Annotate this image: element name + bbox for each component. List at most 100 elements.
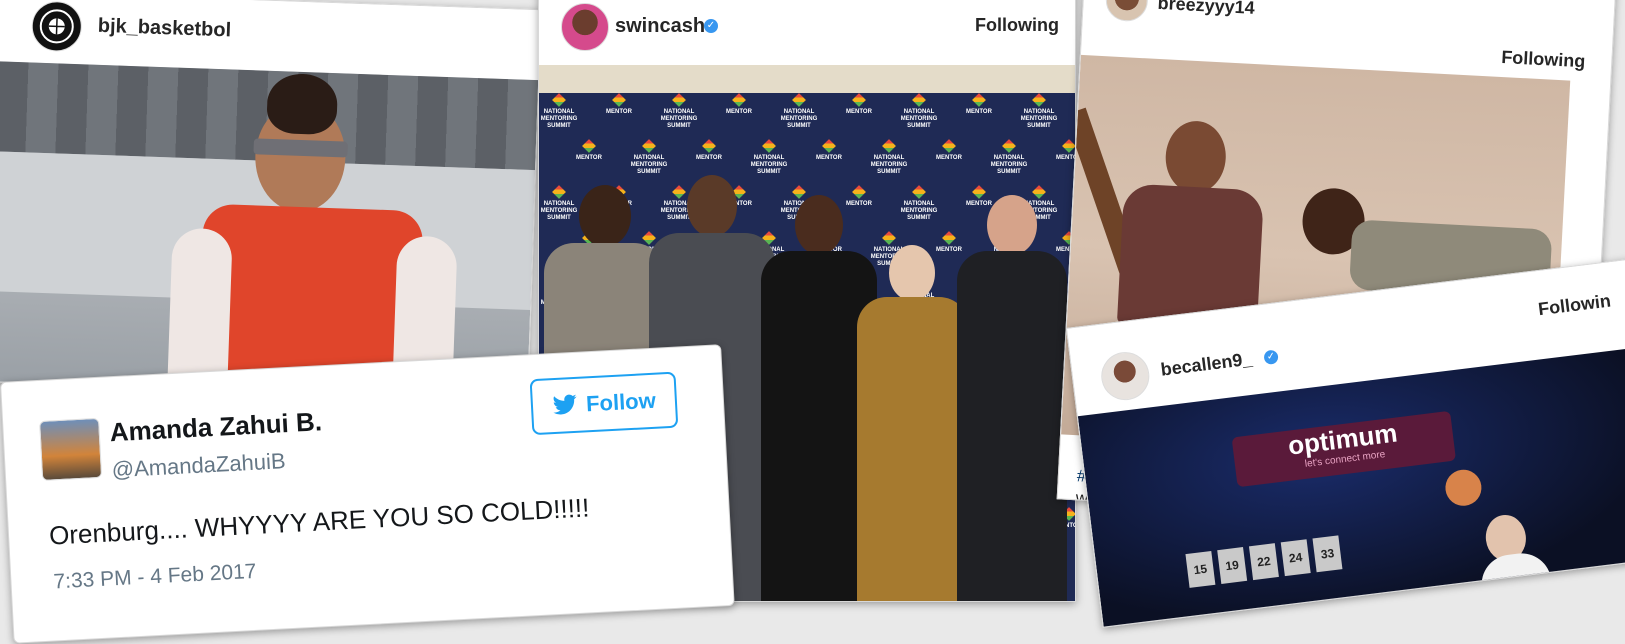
mentor-logo-icon bbox=[642, 139, 656, 153]
tweet-text: Orenburg.... WHYYYY ARE YOU SO COLD!!!!! bbox=[48, 492, 591, 551]
post-header: breezyyy14 Following bbox=[1082, 0, 1616, 71]
mentor-logo-icon bbox=[672, 93, 686, 107]
backdrop-logo-text: MENTOR bbox=[816, 155, 842, 161]
backdrop-logo-text: NATIONAL MENTORING SUMMIT bbox=[780, 109, 818, 129]
mentor-logo-icon bbox=[822, 139, 836, 153]
backdrop-logo: MENTOR bbox=[1039, 139, 1075, 183]
backdrop-logo: NATIONAL MENTORING SUMMIT bbox=[889, 185, 949, 229]
ceiling-molding bbox=[539, 65, 1075, 93]
mentor-logo-icon bbox=[702, 139, 716, 153]
backdrop-logo-text: NATIONAL MENTORING SUMMIT bbox=[990, 155, 1028, 175]
backdrop-logo: MENTOR bbox=[919, 139, 979, 183]
mentor-logo-icon bbox=[852, 185, 866, 199]
backdrop-logo-text: NATIONAL MENTORING SUMMIT bbox=[540, 109, 578, 129]
follow-button[interactable]: Follow bbox=[529, 371, 679, 436]
user-avatar[interactable] bbox=[561, 3, 609, 51]
following-button[interactable]: Followin bbox=[1537, 290, 1612, 320]
backdrop-logo: NATIONAL MENTORING SUMMIT bbox=[649, 93, 709, 137]
backdrop-logo-text: NATIONAL MENTORING SUMMIT bbox=[630, 155, 668, 175]
mentor-logo-icon bbox=[552, 185, 566, 199]
retired-number-banner: 22 bbox=[1248, 543, 1279, 581]
retired-number-banner: 19 bbox=[1217, 547, 1248, 584]
username[interactable]: breezyyy14 bbox=[1157, 0, 1255, 19]
username[interactable]: swincash bbox=[615, 15, 705, 38]
twitter-handle[interactable]: @AmandaZahuiB bbox=[111, 448, 286, 483]
backdrop-logo-text: NATIONAL MENTORING SUMMIT bbox=[900, 201, 938, 221]
verified-badge-icon: ✓ bbox=[1263, 349, 1279, 366]
mentor-logo-icon bbox=[1032, 185, 1046, 199]
user-avatar[interactable] bbox=[1104, 0, 1149, 23]
mentor-logo-icon bbox=[882, 139, 896, 153]
mentor-logo-icon bbox=[1032, 93, 1046, 107]
mentor-logo-icon bbox=[552, 93, 566, 107]
mentor-logo-icon bbox=[852, 93, 866, 107]
backdrop-logo: NATIONAL MENTORING SUMMIT bbox=[539, 93, 589, 137]
username[interactable]: becallen9_ bbox=[1160, 349, 1254, 381]
backdrop-logo-text: NATIONAL MENTORING SUMMIT bbox=[750, 155, 788, 175]
retired-number-banner: 15 bbox=[1185, 550, 1216, 588]
mentor-logo-icon bbox=[912, 93, 926, 107]
backdrop-logo-text: MENTOR bbox=[846, 109, 872, 115]
mentor-logo-icon bbox=[732, 93, 746, 107]
backdrop-logo-text: MENTOR bbox=[936, 155, 962, 161]
following-button[interactable]: Following bbox=[975, 15, 1059, 36]
verified-badge-icon: ✓ bbox=[704, 19, 718, 33]
backdrop-logo: NATIONAL MENTORING SUMMIT bbox=[859, 139, 919, 183]
post-photo[interactable] bbox=[0, 61, 539, 400]
backdrop-logo-text: MENTOR bbox=[1056, 155, 1075, 161]
mentor-logo-icon bbox=[792, 93, 806, 107]
besiktas-basketball-logo-icon[interactable] bbox=[30, 0, 83, 53]
basketball-icon bbox=[1443, 467, 1484, 508]
user-avatar[interactable] bbox=[1098, 349, 1153, 403]
backdrop-logo-text: MENTOR bbox=[696, 155, 722, 161]
display-name[interactable]: Amanda Zahui B. bbox=[109, 406, 323, 448]
mentor-logo-icon bbox=[762, 139, 776, 153]
mentor-logo-icon bbox=[882, 231, 896, 245]
retired-number-banners: 15 19 22 24 33 bbox=[1185, 535, 1343, 588]
username[interactable]: bjk_basketbol bbox=[97, 15, 231, 43]
backdrop-logo-text: NATIONAL MENTORING SUMMIT bbox=[1020, 109, 1058, 129]
mentor-logo-icon bbox=[942, 139, 956, 153]
retired-number-banner: 33 bbox=[1312, 535, 1343, 573]
backdrop-logo: NATIONAL MENTORING SUMMIT bbox=[739, 139, 799, 183]
follow-label: Follow bbox=[585, 387, 657, 417]
post-header: swincash ✓ Following bbox=[539, 0, 1075, 63]
backdrop-logo: NATIONAL MENTORING SUMMIT bbox=[889, 93, 949, 137]
backdrop-logo-text: MENTOR bbox=[966, 109, 992, 115]
mentor-logo-icon bbox=[942, 231, 956, 245]
mentor-logo-icon bbox=[792, 185, 806, 199]
mentor-logo-icon bbox=[642, 231, 656, 245]
backdrop-logo: NATIONAL MENTORING SUMMIT bbox=[769, 93, 829, 137]
mentor-logo-icon bbox=[612, 93, 626, 107]
mentor-logo-icon bbox=[972, 185, 986, 199]
retired-number-banner: 24 bbox=[1280, 539, 1311, 577]
post-header: bjk_basketbol bbox=[0, 0, 541, 75]
tweet-timestamp[interactable]: 7:33 PM - 4 Feb 2017 bbox=[53, 560, 257, 595]
backdrop-logo: MENTOR bbox=[799, 139, 859, 183]
backdrop-logo-text: MENTOR bbox=[576, 155, 602, 161]
mentor-logo-icon bbox=[912, 185, 926, 199]
headband bbox=[253, 138, 348, 158]
following-button[interactable]: Following bbox=[1501, 47, 1586, 72]
mentor-logo-icon bbox=[582, 139, 596, 153]
twitter-bird-icon bbox=[553, 394, 577, 415]
mentor-logo-icon bbox=[1002, 139, 1016, 153]
backdrop-logo: NATIONAL MENTORING SUMMIT bbox=[1009, 93, 1069, 137]
mentor-logo-icon bbox=[1062, 139, 1075, 153]
backdrop-logo-text: NATIONAL MENTORING SUMMIT bbox=[900, 109, 938, 129]
tweet-card: Amanda Zahui B. @AmandaZahuiB Follow Ore… bbox=[0, 344, 735, 644]
backdrop-logo-text: MENTOR bbox=[606, 109, 632, 115]
mentor-logo-icon bbox=[972, 93, 986, 107]
instagram-post-bjk: bjk_basketbol bbox=[0, 0, 542, 402]
backdrop-logo-text: NATIONAL MENTORING SUMMIT bbox=[660, 109, 698, 129]
backdrop-logo-text: MENTOR bbox=[726, 109, 752, 115]
backdrop-logo: MENTOR bbox=[949, 93, 1009, 137]
backdrop-logo: MENTOR bbox=[829, 93, 889, 137]
tweet-avatar[interactable] bbox=[39, 417, 103, 481]
backdrop-logo: MENTOR bbox=[709, 93, 769, 137]
backdrop-logo: MENTOR bbox=[589, 93, 649, 137]
backdrop-logo: MENTOR bbox=[559, 139, 619, 183]
mentor-logo-icon bbox=[672, 185, 686, 199]
backdrop-logo: NATIONAL MENTORING SUMMIT bbox=[979, 139, 1039, 183]
backdrop-logo: NATIONAL MENTORING SUMMIT bbox=[619, 139, 679, 183]
